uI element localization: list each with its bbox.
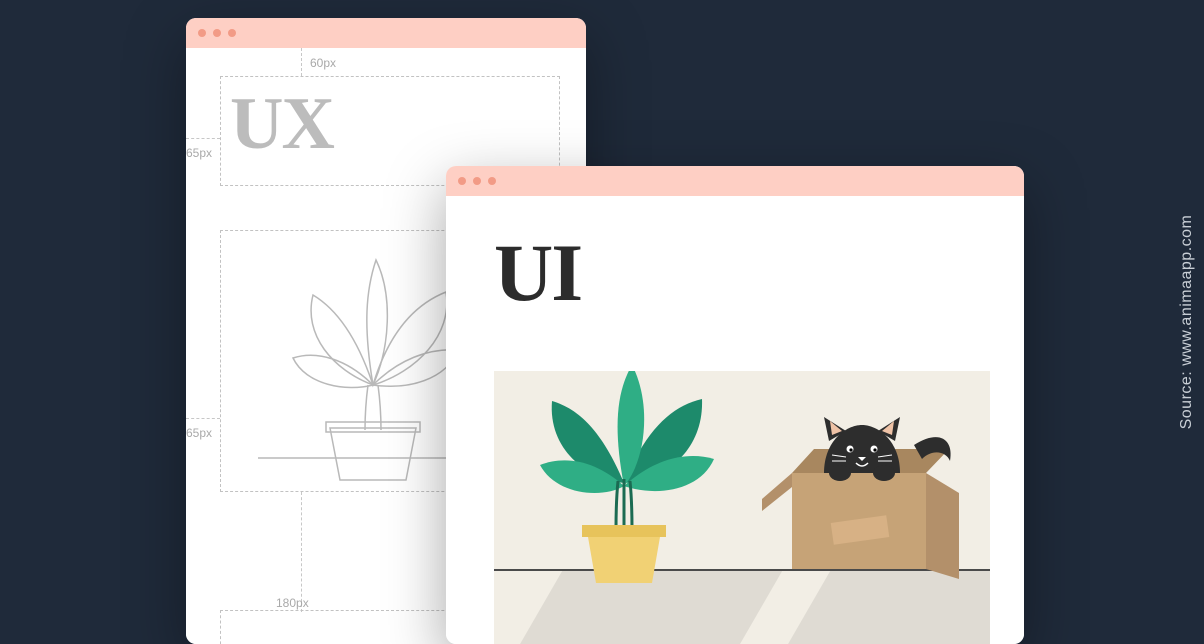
ux-title: UX (230, 82, 333, 167)
maximize-icon[interactable] (488, 177, 496, 185)
cat-in-box-icon (754, 411, 964, 591)
measure-side-2: 65px (186, 426, 212, 440)
ui-window-body: UI (446, 196, 1024, 644)
measure-top: 60px (310, 56, 336, 70)
guide-line (186, 138, 220, 139)
measure-bottom: 180px (276, 596, 309, 610)
minimize-icon[interactable] (213, 29, 221, 37)
maximize-icon[interactable] (228, 29, 236, 37)
window-title-bar (186, 18, 586, 48)
guide-line (301, 492, 302, 612)
source-credit: Source: www.animaapp.com (1178, 215, 1196, 430)
ui-design-window: UI (446, 166, 1024, 644)
guide-line (186, 418, 220, 419)
measure-side-1: 65px (186, 146, 212, 160)
plant-colored-icon (524, 371, 724, 591)
guide-line (301, 48, 302, 76)
minimize-icon[interactable] (473, 177, 481, 185)
close-icon[interactable] (198, 29, 206, 37)
illustration-scene (494, 371, 990, 644)
close-icon[interactable] (458, 177, 466, 185)
window-title-bar (446, 166, 1024, 196)
ui-title: UI (494, 226, 581, 320)
